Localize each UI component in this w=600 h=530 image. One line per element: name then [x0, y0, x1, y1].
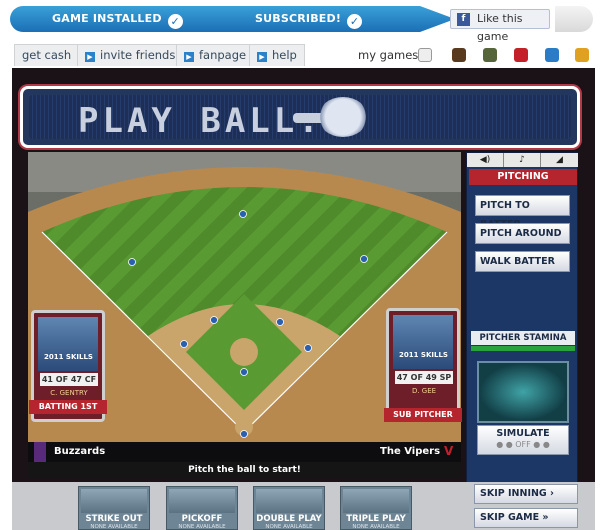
progress-end — [555, 6, 593, 32]
walk-batter-button[interactable]: WALK BATTER — [475, 251, 570, 272]
pitching-header: PITCHING — [469, 169, 577, 185]
tab-fanpage[interactable]: ▶ fanpage — [176, 44, 255, 66]
step-subscribed: SUBSCRIBED! ✓ — [255, 12, 363, 29]
progress-bar: GAME INSTALLED ✓ SUBSCRIBED! ✓ f Like this… — [10, 6, 593, 43]
pitcher-photo — [393, 315, 453, 369]
arrow-icon: ▶ — [257, 52, 267, 62]
batting-order-label: BATTING 1ST — [29, 400, 107, 414]
pitching-panel: ◀) ♪ ◢ PITCHING PITCH TO BATTER PITCH AR… — [466, 152, 578, 522]
tab-get-cash[interactable]: get cash — [14, 44, 80, 66]
check-circle-icon: ✓ — [347, 14, 363, 29]
pitcher-card[interactable]: 2011 SKILLS 47 OF 49 SP D. GEE — [386, 308, 460, 420]
scoreboard: Buzzards The Vipers V — [28, 442, 461, 462]
batter-name: C. GENTRY — [40, 388, 98, 398]
skip-game-button[interactable]: SKIP GAME » — [474, 508, 578, 528]
race-game-icon[interactable] — [514, 48, 528, 62]
double-play-card[interactable]: DOUBLE PLAY NONE AVAILABLE — [253, 486, 325, 530]
arrow-icon: ▶ — [184, 52, 194, 62]
game-canvas: PLAY BALL.. 2011 SKILLS 41 OF 47 CF C. G… — [12, 68, 595, 530]
tab-invite-friends[interactable]: ▶ invite friends — [77, 44, 184, 66]
away-team: The Vipers — [380, 446, 441, 457]
pitcher-name: D. GEE — [395, 386, 453, 396]
like-button[interactable]: f Like this game — [450, 9, 550, 43]
pitch-to-batter-button[interactable]: PITCH TO BATTER — [475, 195, 570, 230]
headline-banner: PLAY BALL.. — [20, 86, 580, 148]
strategy-game-icon[interactable] — [483, 48, 497, 62]
pickoff-card[interactable]: PICKOFF NONE AVAILABLE — [166, 486, 238, 530]
status-message: Pitch the ball to start! — [28, 462, 461, 478]
batter-year: 2011 SKILLS — [44, 353, 93, 361]
step-game-installed: GAME INSTALLED ✓ — [52, 12, 183, 29]
music-icon[interactable]: ♪ — [504, 153, 541, 167]
puzzle-game-icon[interactable] — [575, 48, 589, 62]
sub-pitcher-button[interactable]: SUB PITCHER — [384, 408, 462, 422]
my-games-label: my games: — [358, 48, 423, 62]
home-team: Buzzards — [54, 446, 106, 457]
pitcher-year: 2011 SKILLS — [399, 351, 448, 359]
quality-icon[interactable]: ◢ — [541, 153, 578, 167]
triple-play-card[interactable]: TRIPLE PLAY NONE AVAILABLE — [340, 486, 412, 530]
facebook-icon: f — [457, 13, 470, 26]
pitcher-skill: 47 OF 49 SP — [395, 371, 453, 384]
batter-skill: 41 OF 47 CF — [40, 373, 98, 386]
vipers-logo: V — [444, 444, 454, 458]
stamina-bar — [471, 346, 575, 351]
baseball-icon — [318, 97, 368, 137]
pitch-around-button[interactable]: PITCH AROUND — [475, 223, 570, 244]
strike-out-card[interactable]: STRIKE OUT NONE AVAILABLE — [78, 486, 150, 530]
play-actions-bar: STRIKE OUT NONE AVAILABLE PICKOFF NONE A… — [12, 482, 595, 530]
skip-inning-button[interactable]: SKIP INNING › — [474, 484, 578, 504]
speaker-icon[interactable]: ◀) — [467, 153, 504, 167]
pet-game-icon[interactable] — [545, 48, 559, 62]
simulate-state: ● ● OFF ● ● — [496, 440, 550, 449]
stamina-label: PITCHER STAMINA — [471, 331, 575, 345]
buzzards-logo — [34, 442, 46, 462]
baseball-game-icon[interactable] — [418, 48, 432, 62]
tab-help[interactable]: ▶ help — [249, 44, 305, 66]
football-game-icon[interactable] — [452, 48, 466, 62]
batter-photo — [38, 317, 98, 371]
arrow-icon: ▶ — [85, 52, 95, 62]
check-circle-icon: ✓ — [167, 14, 183, 29]
simulate-toggle[interactable]: SIMULATE ● ● OFF ● ● — [477, 425, 569, 455]
globe-icon — [477, 361, 569, 423]
